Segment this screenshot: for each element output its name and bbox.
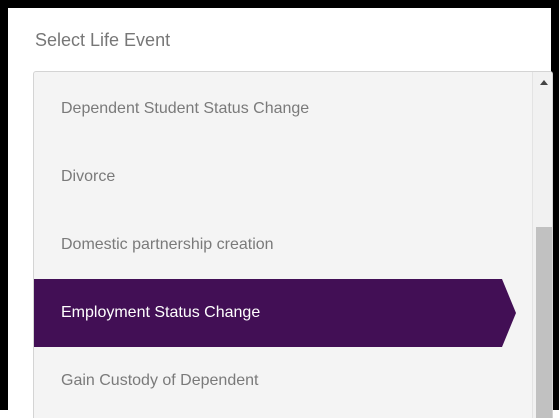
scroll-up-button[interactable] — [536, 74, 552, 90]
list-item-employment-status-change[interactable]: Employment Status Change — [34, 279, 516, 347]
list-item-label: Domestic partnership creation — [61, 236, 274, 253]
list-item-divorce[interactable]: Divorce — [34, 143, 532, 211]
scrollbar-thumb[interactable] — [536, 227, 552, 418]
select-life-event-title: Select Life Event — [35, 30, 171, 50]
list-item-label: Gain Custody of Dependent — [61, 372, 259, 389]
triangle-up-icon — [540, 79, 548, 85]
list-item-label: Dependent Student Status Change — [61, 100, 310, 117]
list-item-dependent-student-status-change[interactable]: Dependent Student Status Change — [34, 75, 532, 143]
arrow-pointer-icon — [502, 279, 516, 347]
life-event-list[interactable]: Dependent Student Status Change Divorce … — [34, 72, 532, 418]
life-event-dialog: Select Life Event Dependent Student Stat… — [0, 0, 559, 418]
list-item-label: Employment Status Change — [61, 304, 261, 321]
list-scrollbar[interactable] — [532, 72, 552, 418]
list-item-gain-custody-of-dependent[interactable]: Gain Custody of Dependent — [34, 347, 532, 415]
list-item-domestic-partnership-creation[interactable]: Domestic partnership creation — [34, 211, 532, 279]
list-item-label: Divorce — [61, 168, 116, 185]
life-event-list-panel: Dependent Student Status Change Divorce … — [33, 71, 553, 418]
